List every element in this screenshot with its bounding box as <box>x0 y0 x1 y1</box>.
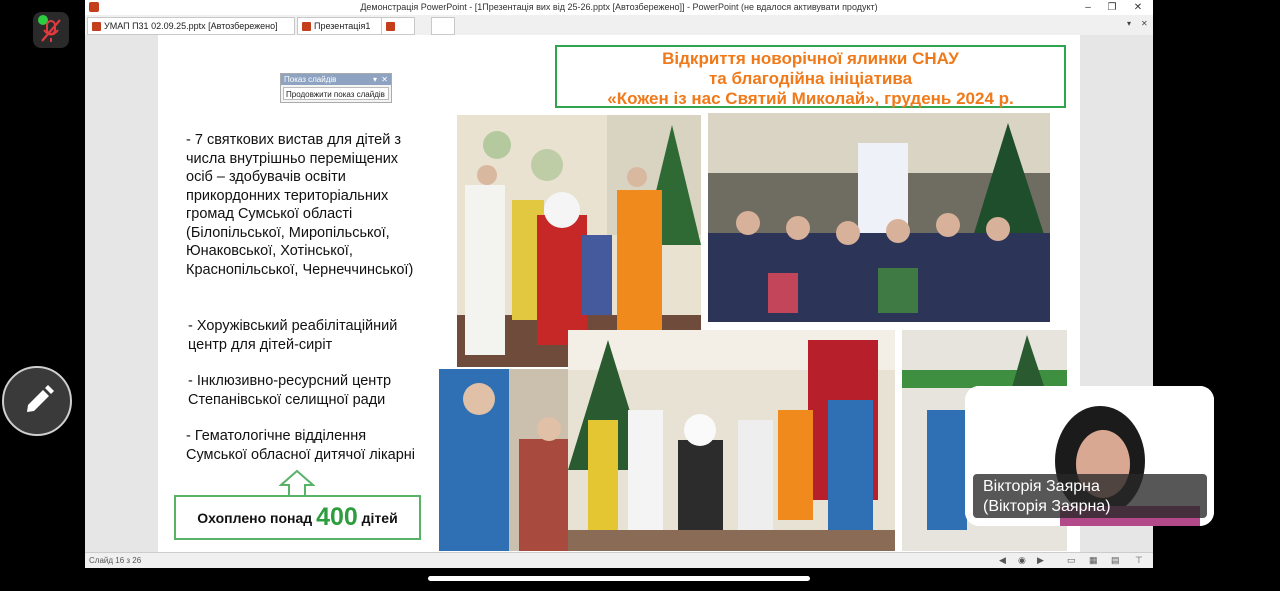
photo-stage-cast <box>568 330 895 551</box>
slide-sorter-icon[interactable]: ▦ <box>1089 555 1098 566</box>
next-slide-icon[interactable]: ▶ <box>1037 555 1044 566</box>
pptx-file-icon <box>386 22 395 32</box>
pptx-file-icon <box>92 22 101 32</box>
document-tabs: УМАП П31 02.09.25.pptx [Автозбережено] П… <box>85 15 1153 36</box>
bullet-inclusive-center: - Інклюзивно-ресурсний центр Степанівськ… <box>188 373 392 408</box>
annotate-button[interactable] <box>2 366 72 436</box>
status-bar: Слайд 16 з 26 ◀ ◉ ▶ ▭ ▦ ▤ ⊤ <box>85 552 1153 568</box>
restore-button[interactable]: ❐ <box>1101 1 1123 14</box>
mic-muted-button[interactable] <box>33 12 69 48</box>
popup-dropdown-icon[interactable]: ▾ <box>373 74 377 85</box>
participant-name-tag: Вікторія Заярна (Вікторія Заярна) <box>973 474 1207 518</box>
title-bar: Демонстрація PowerPoint - [1Презентація … <box>85 0 1153 15</box>
up-arrow-icon <box>279 469 315 497</box>
popup-title: Показ слайдів ▾ ✕ <box>281 74 391 85</box>
menu-circle-icon[interactable]: ◉ <box>1018 555 1026 566</box>
slideshow-view-icon[interactable]: ⊤ <box>1135 555 1143 566</box>
window-title: Демонстрація PowerPoint - [1Презентація … <box>360 2 878 12</box>
headline-line-1: Відкриття новорічної ялинки СНАУ <box>662 49 959 68</box>
participant-display-name: (Вікторія Заярна) <box>983 498 1111 515</box>
headline-line-2: та благодійна ініціатива <box>708 69 913 88</box>
close-button[interactable]: ✕ <box>1127 1 1149 14</box>
slide-counter: Слайд 16 з 26 <box>89 556 142 565</box>
popup-close-icon[interactable]: ✕ <box>381 74 388 85</box>
headline-line-3: «Кожен із нас Святий Миколай», грудень 2… <box>607 89 1014 108</box>
mic-off-icon <box>38 15 61 42</box>
tab-umap[interactable]: УМАП П31 02.09.25.pptx [Автозбережено] <box>87 17 295 35</box>
home-indicator[interactable] <box>428 576 810 581</box>
bullet-hematology: - Гематологічне відділення Сумської обла… <box>186 428 416 463</box>
summary-number: 400 <box>316 503 358 531</box>
tab-current[interactable] <box>381 17 415 35</box>
summary-suffix: дітей <box>361 510 398 526</box>
slide-headline: Відкриття новорічної ялинки СНАУ та благ… <box>555 45 1066 108</box>
pptx-file-icon <box>302 22 311 32</box>
participant-video-tile[interactable]: Вікторія Заярна (Вікторія Заярна) <box>965 386 1214 526</box>
tabs-close-icon[interactable]: ✕ <box>1141 19 1151 29</box>
pencil-icon <box>27 385 54 412</box>
slide: Відкриття новорічної ялинки СНАУ та благ… <box>158 35 1080 552</box>
tab-prezentatsiia1[interactable]: Презентація1 <box>297 17 385 35</box>
resume-slideshow-button[interactable]: Продовжити показ слайдів <box>283 87 389 100</box>
bullet-rehab-center: - Хоружівський реабілітаційний центр для… <box>188 318 398 353</box>
tab-new[interactable] <box>431 17 455 35</box>
bullet-performances: - 7 святкових вистав для дітей з числа в… <box>186 132 414 278</box>
summary-prefix: Охоплено понад <box>197 510 313 526</box>
tabs-dropdown-icon[interactable]: ▾ <box>1127 19 1137 29</box>
participant-name: Вікторія Заярна <box>983 478 1100 495</box>
normal-view-icon[interactable]: ▭ <box>1067 555 1076 566</box>
slideshow-popup: Показ слайдів ▾ ✕ Продовжити показ слайд… <box>280 73 392 103</box>
reading-view-icon[interactable]: ▤ <box>1111 555 1120 566</box>
photo-children-group <box>708 113 1050 322</box>
previous-slide-icon[interactable]: ◀ <box>999 555 1006 566</box>
summary-box: Охоплено понад 400 дітей <box>174 495 421 540</box>
minimize-button[interactable]: – <box>1077 1 1099 14</box>
